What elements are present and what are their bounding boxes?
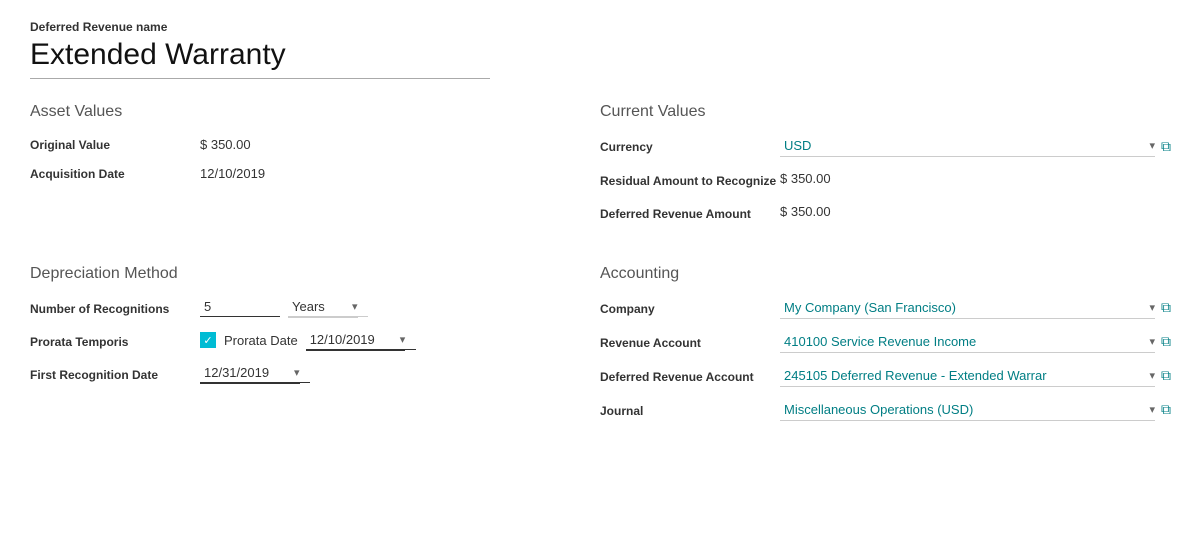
company-select[interactable]: My Company (San Francisco): [780, 297, 1165, 318]
company-value-wrap: My Company (San Francisco) ▾ ⧉: [780, 297, 1171, 319]
num-recognitions-input[interactable]: [200, 297, 280, 317]
top-section: Asset Values Original Value $ 350.00 Acq…: [30, 103, 1171, 265]
prorata-wrap: ✓ Prorata Date 12/10/2019 ▾: [200, 330, 405, 351]
num-recognitions-label: Number of Recognitions: [30, 297, 200, 318]
deferred-revenue-amount-row: Deferred Revenue Amount $ 350.00: [600, 202, 1171, 223]
deferred-revenue-account-label: Deferred Revenue Account: [600, 365, 780, 386]
journal-row: Journal Miscellaneous Operations (USD) ▾…: [600, 399, 1171, 421]
deferred-revenue-account-select-wrap[interactable]: 245105 Deferred Revenue - Extended Warra…: [780, 365, 1155, 387]
revenue-account-label: Revenue Account: [600, 331, 780, 352]
first-recognition-row: First Recognition Date 12/31/2019 ▾: [30, 363, 600, 384]
header: Deferred Revenue name Extended Warranty: [30, 20, 1171, 79]
journal-select[interactable]: Miscellaneous Operations (USD): [780, 399, 1165, 420]
currency-select-wrap[interactable]: USD ▾: [780, 135, 1155, 157]
depreciation-method-title: Depreciation Method: [30, 265, 600, 283]
residual-amount-value: $ 350.00: [780, 169, 1171, 186]
first-recognition-value-wrap: 12/31/2019 ▾: [200, 363, 600, 384]
revenue-account-select[interactable]: 410100 Service Revenue Income: [780, 331, 1165, 352]
currency-label: Currency: [600, 135, 780, 156]
asset-values-section: Asset Values Original Value $ 350.00 Acq…: [30, 103, 600, 235]
accounting-title: Accounting: [600, 265, 1171, 283]
accounting-section: Accounting Company My Company (San Franc…: [600, 265, 1171, 433]
residual-amount-label: Residual Amount to Recognize: [600, 169, 780, 190]
first-recognition-label: First Recognition Date: [30, 363, 200, 384]
title-divider: [30, 78, 490, 79]
deferred-revenue-account-select[interactable]: 245105 Deferred Revenue - Extended Warra…: [780, 365, 1165, 386]
journal-label: Journal: [600, 399, 780, 420]
deferred-revenue-account-external-link[interactable]: ⧉: [1161, 367, 1171, 384]
residual-amount-row: Residual Amount to Recognize $ 350.00: [600, 169, 1171, 190]
deferred-revenue-name-label: Deferred Revenue name: [30, 20, 1171, 34]
years-select[interactable]: Years Months: [288, 297, 368, 317]
deferred-revenue-account-value-wrap: 245105 Deferred Revenue - Extended Warra…: [780, 365, 1171, 387]
prorata-date-label: Prorata Date: [224, 333, 298, 348]
acquisition-date-label: Acquisition Date: [30, 164, 200, 183]
current-values-title: Current Values: [600, 103, 1171, 121]
company-row: Company My Company (San Francisco) ▾ ⧉: [600, 297, 1171, 319]
revenue-account-row: Revenue Account 410100 Service Revenue I…: [600, 331, 1171, 353]
journal-select-wrap[interactable]: Miscellaneous Operations (USD) ▾: [780, 399, 1155, 421]
revenue-account-external-link[interactable]: ⧉: [1161, 333, 1171, 350]
deferred-revenue-amount-value-wrap: $ 350.00: [780, 202, 1171, 219]
deferred-revenue-amount-label: Deferred Revenue Amount: [600, 202, 780, 223]
bottom-section: Depreciation Method Number of Recognitio…: [30, 265, 1171, 463]
prorata-value-wrap: ✓ Prorata Date 12/10/2019 ▾: [200, 330, 600, 351]
current-values-section: Current Values Currency USD ▾ ⧉ Residual…: [600, 103, 1171, 235]
num-recognitions-value-wrap: Years Months ▾: [200, 297, 600, 318]
currency-row: Currency USD ▾ ⧉: [600, 135, 1171, 157]
page-title: Extended Warranty: [30, 38, 1171, 72]
company-select-wrap[interactable]: My Company (San Francisco) ▾: [780, 297, 1155, 319]
revenue-account-select-wrap[interactable]: 410100 Service Revenue Income ▾: [780, 331, 1155, 353]
currency-value-wrap: USD ▾ ⧉: [780, 135, 1171, 157]
revenue-account-value-wrap: 410100 Service Revenue Income ▾ ⧉: [780, 331, 1171, 353]
residual-value-wrap: $ 350.00: [780, 169, 1171, 186]
page-container: Deferred Revenue name Extended Warranty …: [30, 20, 1171, 463]
currency-external-link[interactable]: ⧉: [1161, 138, 1171, 155]
original-value-label: Original Value: [30, 135, 200, 154]
prorata-checkbox[interactable]: ✓: [200, 332, 216, 348]
depreciation-method-section: Depreciation Method Number of Recognitio…: [30, 265, 600, 433]
company-label: Company: [600, 297, 780, 318]
prorata-temporis-row: Prorata Temporis ✓ Prorata Date 12/10/20…: [30, 330, 600, 351]
prorata-temporis-label: Prorata Temporis: [30, 330, 200, 351]
acquisition-date-value: 12/10/2019: [200, 164, 600, 181]
checkbox-check-icon: ✓: [203, 334, 212, 347]
original-value: $ 350.00: [200, 135, 600, 152]
prorata-date-select[interactable]: 12/10/2019: [306, 330, 416, 350]
currency-select[interactable]: USD: [780, 135, 1165, 156]
asset-values-title: Asset Values: [30, 103, 600, 121]
deferred-revenue-account-row: Deferred Revenue Account 245105 Deferred…: [600, 365, 1171, 387]
journal-external-link[interactable]: ⧉: [1161, 401, 1171, 418]
acquisition-date-row: Acquisition Date 12/10/2019: [30, 164, 600, 183]
first-recognition-date-select[interactable]: 12/31/2019: [200, 363, 310, 383]
num-recognitions-row: Number of Recognitions Years Months ▾: [30, 297, 600, 318]
company-external-link[interactable]: ⧉: [1161, 299, 1171, 316]
journal-value-wrap: Miscellaneous Operations (USD) ▾ ⧉: [780, 399, 1171, 421]
original-value-row: Original Value $ 350.00: [30, 135, 600, 154]
deferred-revenue-amount-value: $ 350.00: [780, 202, 1171, 219]
